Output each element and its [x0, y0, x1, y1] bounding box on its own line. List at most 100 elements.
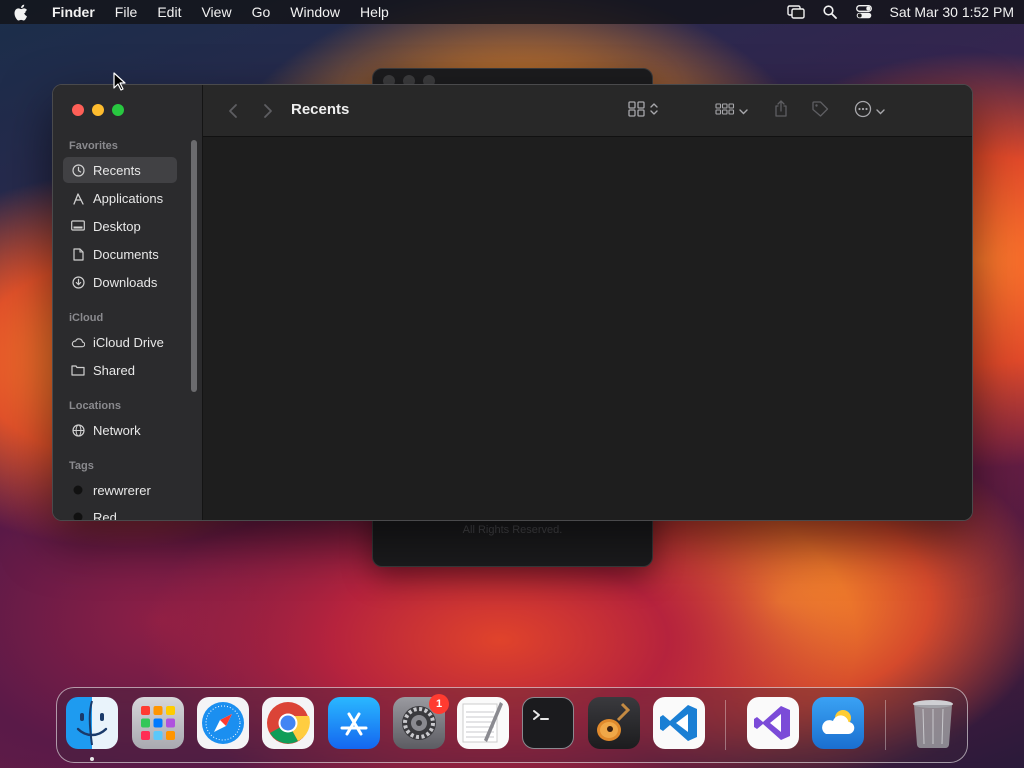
window-controls — [72, 104, 124, 116]
finder-sidebar: Favorites Recents Applications Desktop D… — [53, 85, 203, 520]
sidebar-item-recents[interactable]: Recents — [63, 157, 177, 183]
menu-window[interactable]: Window — [280, 0, 350, 24]
globe-icon — [71, 423, 85, 437]
sidebar-item-label: Recents — [93, 162, 141, 178]
sidebar-item-applications[interactable]: Applications — [63, 185, 177, 211]
chevron-down-icon — [738, 102, 748, 120]
sidebar-item-label: Documents — [93, 246, 159, 262]
dock: 1 — [56, 687, 968, 763]
notification-badge: 1 — [429, 694, 449, 714]
sidebar-item-label: rewwrerer — [93, 482, 151, 498]
dock-app-chrome[interactable] — [262, 697, 314, 749]
dock-app-garageband[interactable] — [588, 697, 640, 749]
sidebar-header-tags: Tags — [69, 460, 94, 472]
app-store-icon — [340, 712, 368, 736]
apple-menu-icon[interactable] — [0, 0, 40, 24]
applications-icon — [71, 191, 85, 205]
tag-icon — [811, 100, 829, 123]
shared-folder-icon — [71, 363, 85, 377]
sidebar-item-network[interactable]: Network — [63, 417, 177, 443]
sidebar-header-favorites: Favorites — [69, 140, 118, 152]
dock-app-visual-studio[interactable] — [747, 697, 799, 749]
menu-app-name[interactable]: Finder — [40, 0, 105, 24]
finder-window: Favorites Recents Applications Desktop D… — [52, 84, 973, 521]
sidebar-item-label: Shared — [93, 362, 135, 378]
sidebar-header-locations: Locations — [69, 400, 121, 412]
cloud-icon — [71, 335, 85, 349]
minimize-button[interactable] — [92, 104, 104, 116]
menu-help[interactable]: Help — [350, 0, 399, 24]
control-center-icon[interactable] — [847, 0, 881, 24]
dock-separator — [885, 700, 886, 750]
tag-dot-icon — [71, 510, 85, 520]
more-actions-button[interactable] — [849, 99, 889, 123]
safari-compass-icon — [202, 702, 244, 744]
share-button[interactable] — [771, 99, 791, 123]
chevron-down-icon — [875, 102, 885, 120]
tag-button[interactable] — [809, 99, 831, 123]
mouse-cursor-icon — [113, 72, 126, 91]
forward-button[interactable] — [258, 99, 278, 123]
desktop-icon — [71, 219, 85, 233]
sidebar-item-shared[interactable]: Shared — [63, 357, 177, 383]
sidebar-item-label: Desktop — [93, 218, 141, 234]
dock-app-safari[interactable] — [197, 697, 249, 749]
dock-app-textedit[interactable] — [457, 697, 509, 749]
sidebar-item-label: Red — [93, 509, 117, 521]
view-mode-button[interactable] — [623, 99, 663, 123]
sidebar-item-documents[interactable]: Documents — [63, 241, 177, 267]
sidebar-item-desktop[interactable]: Desktop — [63, 213, 177, 239]
sidebar-scrollbar[interactable] — [191, 140, 197, 392]
screen-mirroring-icon[interactable] — [779, 0, 813, 24]
finder-icon — [76, 700, 108, 746]
vscode-icon — [660, 705, 697, 741]
share-icon — [773, 99, 789, 123]
dock-app-app-store[interactable] — [328, 697, 380, 749]
menu-file[interactable]: File — [105, 0, 148, 24]
finder-content-area[interactable] — [203, 138, 972, 520]
sidebar-item-label: Applications — [93, 190, 164, 206]
grid-icon — [628, 100, 646, 122]
menu-view[interactable]: View — [191, 0, 241, 24]
sidebar-item-tag-rewwrerer[interactable]: rewwrerer — [63, 477, 177, 503]
visual-studio-icon — [754, 706, 790, 740]
back-button[interactable] — [223, 99, 243, 123]
textedit-icon — [462, 702, 503, 743]
menu-clock[interactable]: Sat Mar 30 1:52 PM — [881, 4, 1014, 20]
tag-dot-icon — [71, 483, 85, 497]
trash-icon — [913, 700, 953, 749]
menu-bar: Finder File Edit View Go Window Help Sat… — [0, 0, 1024, 24]
dock-app-terminal[interactable] — [522, 697, 574, 749]
group-by-button[interactable] — [711, 99, 751, 123]
finder-toolbar: Recents — [203, 85, 972, 137]
spotlight-search-icon[interactable] — [813, 0, 847, 24]
dock-app-trash[interactable] — [907, 697, 959, 749]
group-grid-icon — [714, 102, 735, 121]
ellipsis-circle-icon — [854, 100, 872, 123]
dock-app-finder[interactable] — [66, 697, 118, 749]
sidebar-item-tag-red[interactable]: Red — [63, 504, 177, 521]
menu-go[interactable]: Go — [242, 0, 281, 24]
sidebar-header-icloud: iCloud — [69, 312, 104, 324]
launchpad-icon — [141, 706, 175, 740]
dock-app-launchpad[interactable] — [132, 697, 184, 749]
dock-app-vscode[interactable] — [653, 697, 705, 749]
document-icon — [71, 247, 85, 261]
sidebar-item-icloud-drive[interactable]: iCloud Drive — [63, 329, 177, 355]
background-window-footer: All Rights Reserved. — [462, 524, 563, 536]
sidebar-item-label: Downloads — [93, 274, 158, 290]
guitar-icon — [597, 702, 631, 741]
chrome-icon — [267, 702, 310, 744]
menu-edit[interactable]: Edit — [147, 0, 191, 24]
chevron-up-down-icon — [650, 102, 658, 121]
zoom-button[interactable] — [112, 104, 124, 116]
dock-separator — [725, 700, 726, 750]
close-button[interactable] — [72, 104, 84, 116]
sidebar-item-label: iCloud Drive — [93, 334, 164, 350]
dock-app-weather[interactable] — [812, 697, 864, 749]
download-icon — [71, 275, 85, 289]
sidebar-item-downloads[interactable]: Downloads — [63, 269, 177, 295]
running-indicator — [90, 757, 94, 761]
clock-icon — [71, 163, 85, 177]
terminal-icon — [533, 710, 549, 720]
